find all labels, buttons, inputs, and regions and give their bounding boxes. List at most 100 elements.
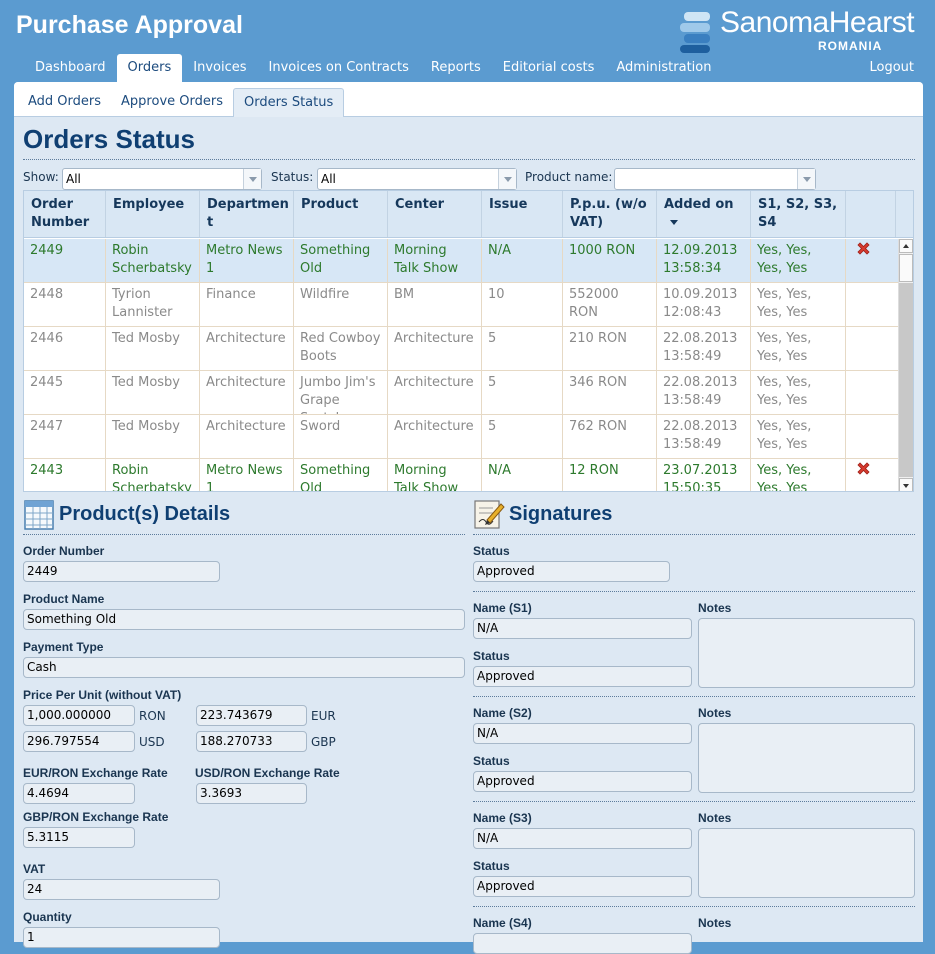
cell-order-number: 2445 xyxy=(24,371,106,414)
chevron-down-icon[interactable] xyxy=(797,169,815,189)
subtab-orders-status[interactable]: Orders Status xyxy=(232,88,345,117)
subtab-add-orders[interactable]: Add Orders xyxy=(18,88,111,117)
delete-icon[interactable] xyxy=(856,461,871,476)
product-details-title: Product(s) Details xyxy=(59,503,231,525)
cell-product: Something Old xyxy=(294,239,388,282)
scroll-up-button[interactable] xyxy=(899,239,913,253)
nav-administration[interactable]: Administration xyxy=(605,54,722,82)
s2-name-field[interactable]: N/A xyxy=(473,723,692,744)
s3-notes-textarea[interactable] xyxy=(698,828,915,898)
cell-ppu: 762 RON xyxy=(563,415,657,458)
cell-ppu: 12 RON xyxy=(563,459,657,491)
logout-link[interactable]: Logout xyxy=(869,54,914,82)
col-issue[interactable]: Issue xyxy=(482,191,563,237)
s1-name-field[interactable]: N/A xyxy=(473,618,692,639)
overall-status-field[interactable]: Approved xyxy=(473,561,670,582)
quantity-field[interactable]: 1 xyxy=(23,927,220,948)
s3-name-field[interactable]: N/A xyxy=(473,828,692,849)
nav-reports[interactable]: Reports xyxy=(420,54,492,82)
cell-signatures: Yes, Yes, Yes, Yes xyxy=(751,459,846,491)
s2-notes-textarea[interactable] xyxy=(698,723,915,793)
scroll-thumb[interactable] xyxy=(899,254,913,282)
s4-name-field[interactable] xyxy=(473,933,692,954)
page-title: Orders Status xyxy=(23,124,195,154)
gbp-rate-field[interactable]: 5.3115 xyxy=(23,827,135,848)
col-added-on[interactable]: Added on xyxy=(657,191,751,237)
table-row[interactable]: 2449 Robin Scherbatsky Metro News 1 Somethi… xyxy=(24,239,899,283)
order-number-field[interactable]: 2449 xyxy=(23,561,220,582)
cell-issue: 10 xyxy=(482,283,563,326)
cell-employee: Ted Mosby xyxy=(106,327,200,370)
overall-status-label: Status xyxy=(473,544,510,558)
details-divider xyxy=(23,534,465,535)
cell-department: Metro News 1 xyxy=(200,459,294,491)
cell-employee: Ted Mosby xyxy=(106,371,200,414)
nav-dashboard[interactable]: Dashboard xyxy=(24,54,117,82)
grid-scrollbar[interactable] xyxy=(898,239,913,491)
nav-orders[interactable]: Orders xyxy=(116,54,183,82)
nav-invoices[interactable]: Invoices xyxy=(182,54,257,82)
col-order-number[interactable]: Order Number xyxy=(24,191,106,237)
product-name-label: Product Name xyxy=(23,592,105,606)
cell-order-number: 2446 xyxy=(24,327,106,370)
col-product[interactable]: Product xyxy=(294,191,388,237)
product-filter-select[interactable] xyxy=(614,168,816,190)
s1-status-label: Status xyxy=(473,649,510,663)
scroll-track[interactable] xyxy=(899,283,913,477)
usd-rate-field[interactable]: 3.3693 xyxy=(196,783,307,804)
s2-name-label: Name (S2) xyxy=(473,706,532,720)
product-name-field[interactable]: Something Old xyxy=(23,609,465,630)
cell-order-number: 2449 xyxy=(24,239,106,282)
payment-type-field[interactable]: Cash xyxy=(23,657,465,678)
col-signatures[interactable]: S1, S2, S3, S4 xyxy=(751,191,846,237)
col-ppu[interactable]: P.p.u. (w/o VAT) xyxy=(563,191,657,237)
delete-icon[interactable] xyxy=(856,241,871,256)
vat-field[interactable]: 24 xyxy=(23,879,220,900)
cell-department: Architecture xyxy=(200,371,294,414)
s1-notes-textarea[interactable] xyxy=(698,618,915,688)
cell-employee: Tyrion Lannister xyxy=(106,283,200,326)
cell-issue: 5 xyxy=(482,371,563,414)
cell-added-on: 23.07.2013 15:50:35 xyxy=(657,459,751,491)
cell-employee: Ted Mosby xyxy=(106,415,200,458)
cell-added-on: 22.08.2013 13:58:49 xyxy=(657,371,751,414)
cell-ppu: 1000 RON xyxy=(563,239,657,282)
nav-invoices-on-contracts[interactable]: Invoices on Contracts xyxy=(258,54,420,82)
scroll-down-button[interactable] xyxy=(899,478,913,491)
s4-name-label: Name (S4) xyxy=(473,916,532,930)
s1-status-field[interactable]: Approved xyxy=(473,666,692,687)
ppu-gbp-field[interactable]: 188.270733 xyxy=(196,731,307,752)
nav-editorial-costs[interactable]: Editorial costs xyxy=(492,54,606,82)
s2-notes-label: Notes xyxy=(698,706,732,720)
s2-status-field[interactable]: Approved xyxy=(473,771,692,792)
s3-status-field[interactable]: Approved xyxy=(473,876,692,897)
chevron-down-icon[interactable] xyxy=(498,169,516,189)
col-employee[interactable]: Employee xyxy=(106,191,200,237)
cell-actions xyxy=(846,415,894,458)
cell-product: Something Old xyxy=(294,459,388,491)
col-center[interactable]: Center xyxy=(388,191,482,237)
eur-rate-label: EUR/RON Exchange Rate xyxy=(23,766,168,780)
table-row[interactable]: 2445 Ted Mosby Architecture Jumbo Jim's Gra… xyxy=(24,371,899,415)
col-department[interactable]: Departmen t xyxy=(200,191,294,237)
show-filter-value: All xyxy=(66,172,81,186)
table-row[interactable]: 2447 Ted Mosby Architecture Sword Architectu… xyxy=(24,415,899,459)
eur-rate-field[interactable]: 4.4694 xyxy=(23,783,135,804)
table-row[interactable]: 2443 Robin Scherbatsky Metro News 1 Somethi… xyxy=(24,459,899,491)
show-filter-select[interactable]: All xyxy=(62,168,262,190)
chevron-down-icon[interactable] xyxy=(243,169,261,189)
ppu-usd-field[interactable]: 296.797554 xyxy=(23,731,135,752)
gbp-rate-label: GBP/RON Exchange Rate xyxy=(23,810,169,824)
ppu-ron-field[interactable]: 1,000.000000 xyxy=(23,705,135,726)
eur-unit: EUR xyxy=(311,709,336,723)
cell-signatures: Yes, Yes, Yes, Yes xyxy=(751,415,846,458)
table-row[interactable]: 2446 Ted Mosby Architecture Red Cowboy Boot… xyxy=(24,327,899,371)
show-filter-label: Show: xyxy=(23,170,59,184)
logo-text: SanomaHearst xyxy=(720,6,915,39)
cell-actions xyxy=(846,327,894,370)
table-row[interactable]: 2448 Tyrion Lannister Finance Wildfire BM 10 5… xyxy=(24,283,899,327)
subtab-approve-orders[interactable]: Approve Orders xyxy=(111,88,233,117)
ppu-eur-field[interactable]: 223.743679 xyxy=(196,705,307,726)
status-filter-select[interactable]: All xyxy=(317,168,517,190)
status-filter-value: All xyxy=(321,172,336,186)
